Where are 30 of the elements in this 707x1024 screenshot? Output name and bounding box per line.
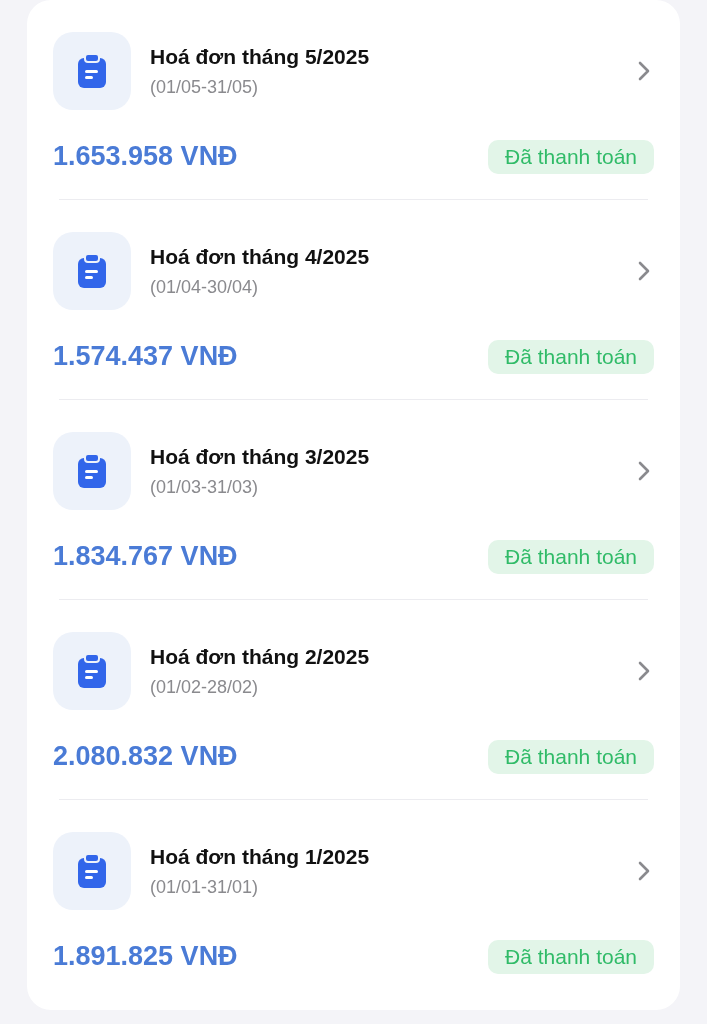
invoice-title: Hoá đơn tháng 4/2025	[150, 244, 371, 269]
invoice-amount: 1.834.767 VNĐ	[53, 541, 238, 572]
invoice-amount: 2.080.832 VNĐ	[53, 741, 238, 772]
status-badge: Đã thanh toán	[488, 739, 654, 774]
status-badge: Đã thanh toán	[488, 139, 654, 174]
invoice-amount: 1.653.958 VNĐ	[53, 141, 238, 172]
invoice-title: Hoá đơn tháng 1/2025	[150, 844, 371, 869]
clipboard-icon	[53, 832, 131, 910]
chevron-right-icon[interactable]	[638, 61, 650, 81]
status-badge: Đã thanh toán	[488, 939, 654, 974]
invoice-title: Hoá đơn tháng 2/2025	[150, 644, 371, 669]
invoice-title: Hoá đơn tháng 3/2025	[150, 444, 371, 469]
chevron-right-icon[interactable]	[638, 261, 650, 281]
invoice-amount: 1.574.437 VNĐ	[53, 341, 238, 372]
invoice-period: (01/04-30/04)	[150, 276, 260, 298]
status-badge: Đã thanh toán	[488, 539, 654, 574]
invoice-period: (01/01-31/01)	[150, 876, 260, 898]
clipboard-icon	[53, 232, 131, 310]
chevron-right-icon[interactable]	[638, 461, 650, 481]
invoice-period: (01/03-31/03)	[150, 476, 260, 498]
status-badge: Đã thanh toán	[488, 339, 654, 374]
invoice-period: (01/02-28/02)	[150, 676, 260, 698]
chevron-right-icon[interactable]	[638, 861, 650, 881]
invoice-amount: 1.891.825 VNĐ	[53, 941, 238, 972]
invoice-period: (01/05-31/05)	[150, 76, 260, 98]
invoice-title: Hoá đơn tháng 5/2025	[150, 44, 371, 69]
clipboard-icon	[53, 632, 131, 710]
clipboard-icon	[53, 32, 131, 110]
chevron-right-icon[interactable]	[638, 661, 650, 681]
clipboard-icon	[53, 432, 131, 510]
